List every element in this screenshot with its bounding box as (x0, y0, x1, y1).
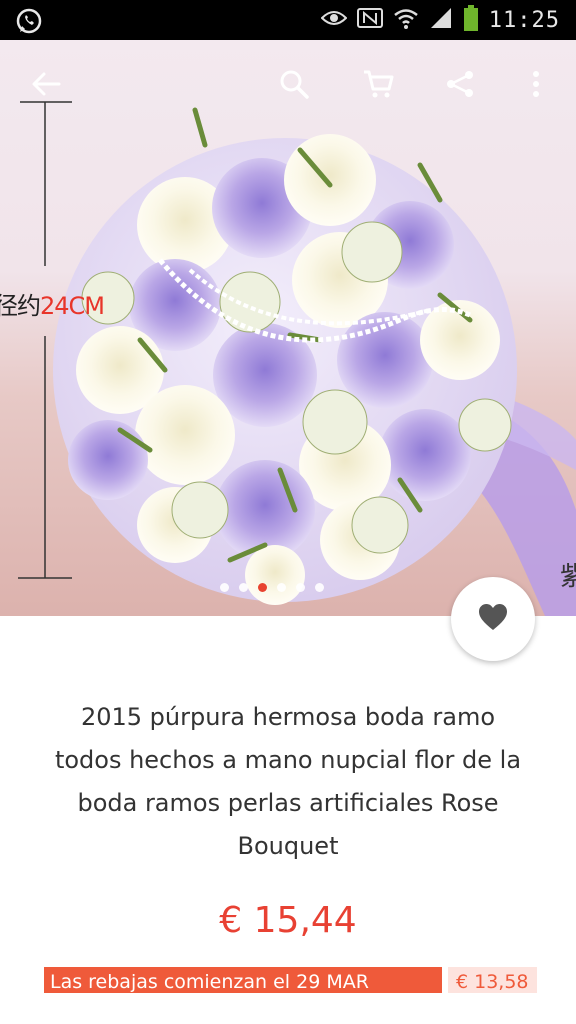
pager-dot[interactable] (296, 583, 305, 592)
favorite-button[interactable] (451, 577, 535, 661)
product-title: 2015 púrpura hermosa boda ramo todos hec… (20, 696, 556, 868)
eye-icon (320, 8, 348, 32)
size-label: 径约24CM (0, 286, 105, 321)
whatsapp-icon (14, 6, 44, 36)
size-label-prefix: 径约 (0, 292, 41, 320)
battery-icon (463, 5, 479, 35)
pager-dot[interactable] (220, 583, 229, 592)
product-title-line: todos hechos a mano nupcial flor de la (54, 746, 522, 774)
pager-dot[interactable] (315, 583, 324, 592)
sale-price: € 13,58 (448, 967, 537, 993)
product-title-line: 2015 púrpura hermosa boda ramo (80, 703, 496, 731)
back-arrow-icon[interactable] (24, 62, 68, 106)
side-char: 紫 (560, 562, 576, 592)
sale-row[interactable]: Las rebajas comienzan el 29 MAR € 13,58 (44, 967, 537, 993)
overflow-menu-icon[interactable] (514, 62, 558, 106)
nfc-icon (356, 7, 383, 33)
product-title-line: boda ramos perlas artificiales Rose (77, 789, 499, 817)
wifi-icon (393, 6, 419, 34)
status-bar: 11:25 (0, 0, 576, 40)
product-price: € 15,44 (219, 900, 357, 941)
status-time: 11:25 (488, 7, 560, 33)
pager-dot[interactable] (277, 583, 286, 592)
pager-dot[interactable] (239, 583, 248, 592)
signal-icon (429, 6, 453, 34)
heart-icon (478, 603, 508, 635)
cart-icon[interactable] (356, 62, 400, 106)
toolbar (0, 40, 576, 130)
search-icon[interactable] (272, 62, 316, 106)
size-label-value: 24CM (40, 292, 105, 320)
sale-banner: Las rebajas comienzan el 29 MAR (44, 967, 442, 993)
pager-dot-active[interactable] (258, 583, 267, 592)
share-icon[interactable] (438, 62, 482, 106)
image-pager-dots (220, 583, 324, 592)
product-title-line: Bouquet (237, 832, 339, 860)
sale-banner-text: Las rebajas comienzan el 29 MAR (50, 971, 369, 993)
